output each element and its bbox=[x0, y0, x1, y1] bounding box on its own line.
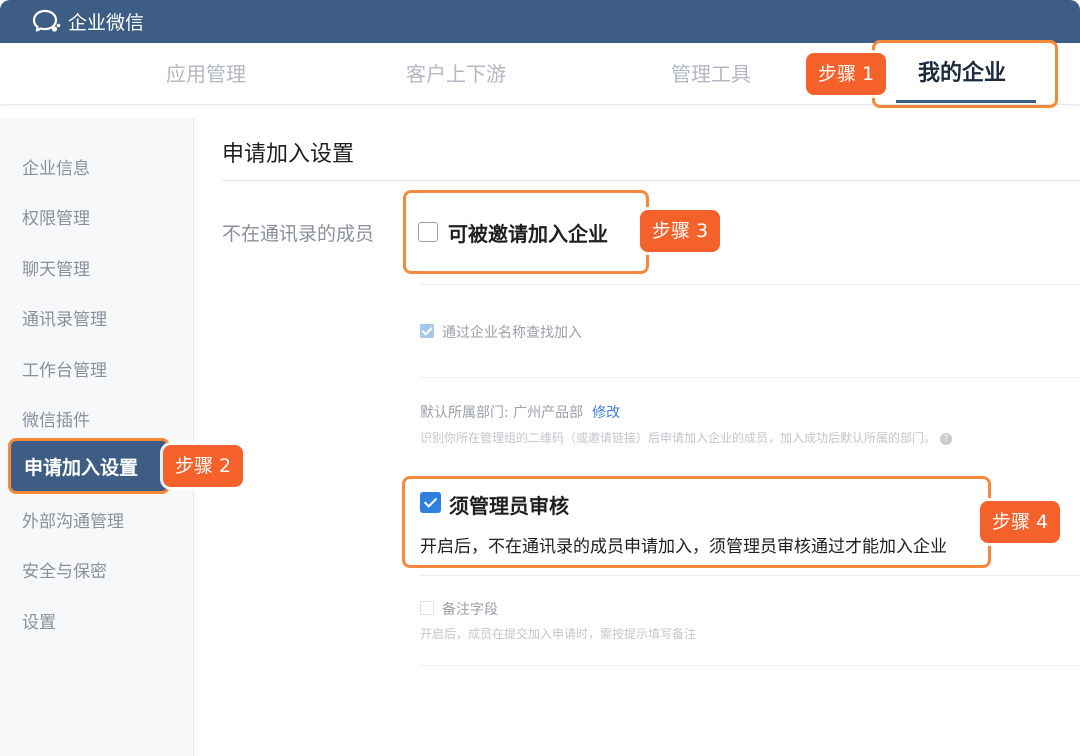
invite-label[interactable]: 可被邀请加入企业 bbox=[448, 218, 608, 247]
sidebar-item-external-comm[interactable]: 外部沟通管理 bbox=[22, 507, 124, 532]
sidebar-item-contacts[interactable]: 通讯录管理 bbox=[22, 305, 107, 330]
row-label-non-contacts: 不在通讯录的成员 bbox=[222, 223, 375, 245]
remark-checkbox[interactable] bbox=[420, 601, 434, 615]
divider bbox=[420, 665, 1080, 666]
tab-app-management[interactable]: 应用管理 bbox=[166, 43, 246, 105]
highlight-frame-tab bbox=[872, 40, 1058, 108]
divider bbox=[420, 284, 1080, 285]
sidebar-item-settings[interactable]: 设置 bbox=[22, 608, 56, 633]
divider bbox=[420, 377, 1080, 378]
default-dept-label: 默认所属部门: 广州产品部 修改 bbox=[420, 405, 621, 421]
edit-dept-link[interactable]: 修改 bbox=[592, 405, 620, 421]
sidebar-item-workbench[interactable]: 工作台管理 bbox=[22, 356, 107, 381]
search-join-checkbox[interactable] bbox=[420, 324, 434, 338]
sidebar: 企业信息 权限管理 聊天管理 通讯录管理 工作台管理 微信插件 外部沟通管理 安… bbox=[0, 118, 194, 756]
sidebar-item-permissions[interactable]: 权限管理 bbox=[22, 204, 90, 229]
default-dept-hint: 识别你所在管理组的二维码（或邀请链接）后申请加入企业的成员，加入成功后默认所属的… bbox=[420, 429, 953, 446]
remark-label[interactable]: 备注字段 bbox=[442, 599, 498, 619]
step-badge-1: 步骤 1 bbox=[806, 53, 887, 95]
sidebar-item-label: 申请加入设置 bbox=[24, 457, 139, 479]
admin-review-label[interactable]: 须管理员审核 bbox=[449, 490, 569, 519]
sidebar-item-wechat-plugin[interactable]: 微信插件 bbox=[22, 406, 90, 431]
remark-hint: 开启后，成员在提交加入申请时，需按提示填写备注 bbox=[420, 627, 697, 641]
sidebar-item-enterprise-info[interactable]: 企业信息 bbox=[22, 154, 90, 179]
page-title: 申请加入设置 bbox=[222, 142, 355, 167]
divider bbox=[222, 180, 1080, 181]
wecom-logo-icon bbox=[32, 9, 62, 35]
app-title: 企业微信 bbox=[68, 12, 145, 34]
sidebar-item-security[interactable]: 安全与保密 bbox=[22, 557, 107, 582]
tab-management-tools[interactable]: 管理工具 bbox=[671, 43, 751, 105]
admin-review-description: 开启后，不在通讯录的成员申请加入，须管理员审核通过才能加入企业 bbox=[420, 537, 947, 557]
help-icon[interactable]: ? bbox=[940, 432, 953, 445]
divider bbox=[420, 575, 1080, 576]
step-badge-2: 步骤 2 bbox=[163, 445, 244, 487]
invite-checkbox[interactable] bbox=[418, 222, 438, 242]
search-join-label[interactable]: 通过企业名称查找加入 bbox=[442, 322, 582, 342]
sidebar-item-join-settings[interactable]: 申请加入设置 bbox=[8, 438, 170, 494]
title-bar: 企业微信 bbox=[0, 0, 1080, 43]
tab-customers-partners[interactable]: 客户上下游 bbox=[406, 43, 506, 105]
step-badge-4: 步骤 4 bbox=[980, 501, 1061, 543]
admin-review-checkbox[interactable] bbox=[420, 492, 441, 513]
step-badge-3: 步骤 3 bbox=[640, 210, 721, 252]
sidebar-item-chat[interactable]: 聊天管理 bbox=[22, 255, 90, 280]
